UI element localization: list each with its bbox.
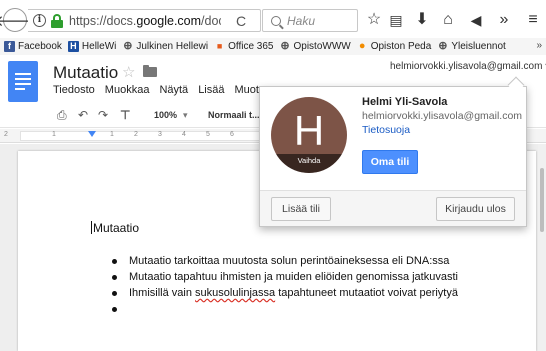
ruler-tick: 4 — [182, 131, 186, 138]
bookmark-item[interactable]: ● Opiston Peda — [357, 40, 432, 53]
docs-logo-icon[interactable] — [8, 61, 38, 102]
list-item-text: Mutaatio tarkoittaa muutosta solun perin… — [129, 255, 450, 267]
info-icon[interactable]: i — [33, 14, 46, 27]
chevron-down-icon: ▾ — [183, 110, 188, 120]
lock-icon[interactable] — [51, 13, 63, 28]
ruler-scale — [20, 131, 260, 141]
reading-list-icon[interactable]: ▤ — [386, 10, 406, 30]
list-item[interactable]: Mutaatio tarkoittaa muutosta solun perin… — [112, 253, 458, 269]
url-text[interactable]: https://docs.google.com/docun — [69, 14, 221, 28]
bookmark-item[interactable]: ■ Office 365 — [214, 41, 274, 52]
ruler-tick: 6 — [230, 131, 234, 138]
url-domain: google.com — [136, 13, 202, 28]
search-placeholder: Haku — [287, 13, 316, 28]
globe-icon: ⊕ — [438, 40, 448, 52]
document-heading-text: Mutaatio — [93, 221, 140, 235]
globe-icon: ⊕ — [123, 40, 133, 52]
list-item[interactable]: Ihmisillä vain sukusolulinjassa tapahtun… — [112, 285, 458, 301]
undo-icon[interactable]: ↶ — [78, 108, 88, 122]
account-name: Helmi Yli-Savola — [362, 96, 448, 108]
office-icon: ■ — [216, 41, 223, 51]
avatar[interactable]: H Vaihda — [271, 97, 347, 173]
bookmark-label: Facebook — [18, 41, 62, 52]
ruler-tick: 1 — [110, 131, 114, 138]
menu-item[interactable]: Tiedosto — [53, 84, 95, 96]
bookmark-label: Julkinen Hellewi — [136, 41, 209, 52]
url-prefix: https://docs. — [69, 13, 137, 28]
ruler-tick: 2 — [4, 131, 8, 138]
star-bookmark-icon[interactable]: ☆ — [364, 10, 384, 30]
folder-icon[interactable] — [143, 65, 157, 77]
bookmark-item[interactable]: f Facebook — [4, 41, 62, 52]
bullet-list[interactable]: Mutaatio tarkoittaa muutosta solun perin… — [112, 253, 458, 317]
zoom-value: 100% — [154, 110, 178, 120]
account-email: helmiorvokki.ylisavola@gmail.com — [362, 110, 523, 122]
address-bar[interactable]: i https://docs.google.com/docun — [28, 9, 261, 32]
privacy-link[interactable]: Tietosuoja — [362, 124, 410, 136]
sign-out-button[interactable]: Kirjaudu ulos — [436, 197, 515, 221]
misspelled-word[interactable]: sukusolulinjassa — [195, 287, 275, 299]
search-input[interactable]: Haku — [262, 9, 358, 32]
reload-icon[interactable]: C — [236, 13, 246, 29]
menu-item[interactable]: Lisää — [198, 84, 224, 96]
bookmarks-bar: f Facebook H HelleWi ⊕ Julkinen Hellewi ■ Offic… — [0, 38, 546, 55]
hamburger-menu-icon[interactable]: ≡ — [523, 10, 543, 30]
change-photo-button[interactable]: Vaihda — [271, 154, 347, 173]
helle-icon: H — [67, 41, 79, 52]
bookmark-item[interactable]: ⊕ Yleisluennot — [437, 40, 506, 53]
list-item-text: Mutaatio tapahtuu ihmisten ja muiden eli… — [129, 271, 458, 283]
overflow-chevron-icon[interactable]: » — [494, 10, 514, 30]
docs-menubar: Tiedosto Muokkaa Näytä Lisää Muoto — [53, 84, 275, 96]
bookmarks-more-icon[interactable]: » — [536, 40, 542, 51]
star-icon[interactable]: ☆ — [122, 63, 135, 81]
moodle-icon: ● — [358, 40, 366, 52]
document-title[interactable]: Mutaatio — [53, 63, 118, 83]
facebook-icon: f — [4, 41, 15, 52]
list-item-text: tapahtuneet mutaatiot voivat periytyä — [275, 287, 458, 299]
back-button[interactable]: 🡐 — [0, 8, 35, 32]
send-icon[interactable]: ◀ — [466, 10, 486, 30]
add-account-button[interactable]: Lisää tili — [271, 197, 331, 221]
bookmark-item[interactable]: ⊕ OpistoWWW — [279, 40, 351, 53]
document-heading[interactable]: Mutaatio — [91, 221, 139, 235]
zoom-select[interactable]: 100% ▾ — [154, 110, 188, 121]
indent-marker[interactable] — [88, 131, 96, 137]
text-cursor — [91, 221, 92, 234]
redo-icon[interactable]: ↷ — [98, 108, 108, 122]
my-account-button[interactable]: Oma tili — [362, 150, 418, 174]
search-icon — [271, 15, 281, 26]
menu-item[interactable]: Muokkaa — [105, 84, 150, 96]
url-suffix: /docun — [201, 13, 221, 28]
avatar-letter: H — [293, 107, 325, 154]
paint-format-icon[interactable]: ⊤ — [120, 108, 130, 122]
print-icon[interactable]: ⎙ — [57, 108, 67, 123]
bookmark-label: Yleisluennot — [451, 41, 506, 52]
bookmark-label: Office 365 — [228, 41, 274, 52]
bookmark-label: HelleWi — [81, 41, 117, 52]
globe-icon: ⊕ — [280, 40, 290, 52]
account-email-menu[interactable]: helmiorvokki.ylisavola@gmail.com ▾ — [390, 61, 546, 72]
list-item[interactable]: Mutaatio tapahtuu ihmisten ja muiden eli… — [112, 269, 458, 285]
list-item-text: Ihmisillä vain — [129, 287, 196, 299]
ruler-tick: 5 — [206, 131, 210, 138]
bookmark-item[interactable]: H HelleWi — [67, 41, 117, 52]
list-item[interactable] — [112, 301, 458, 317]
ruler-tick: 3 — [158, 131, 162, 138]
scrollbar-thumb[interactable] — [540, 168, 544, 232]
home-icon[interactable]: ⌂ — [438, 10, 458, 30]
browser-toolbar: 🡐 i https://docs.google.com/docun C Haku… — [0, 0, 546, 40]
ruler-tick: 1 — [52, 131, 56, 138]
bookmark-label: OpistoWWW — [293, 41, 351, 52]
ruler-tick: 2 — [134, 131, 138, 138]
bookmark-item[interactable]: ⊕ Julkinen Hellewi — [122, 40, 209, 53]
menu-item[interactable]: Näytä — [159, 84, 188, 96]
download-icon[interactable]: ⬇ — [412, 10, 432, 30]
style-select[interactable]: Normaali t... — [208, 110, 260, 120]
bookmark-label: Opiston Peda — [370, 41, 432, 52]
